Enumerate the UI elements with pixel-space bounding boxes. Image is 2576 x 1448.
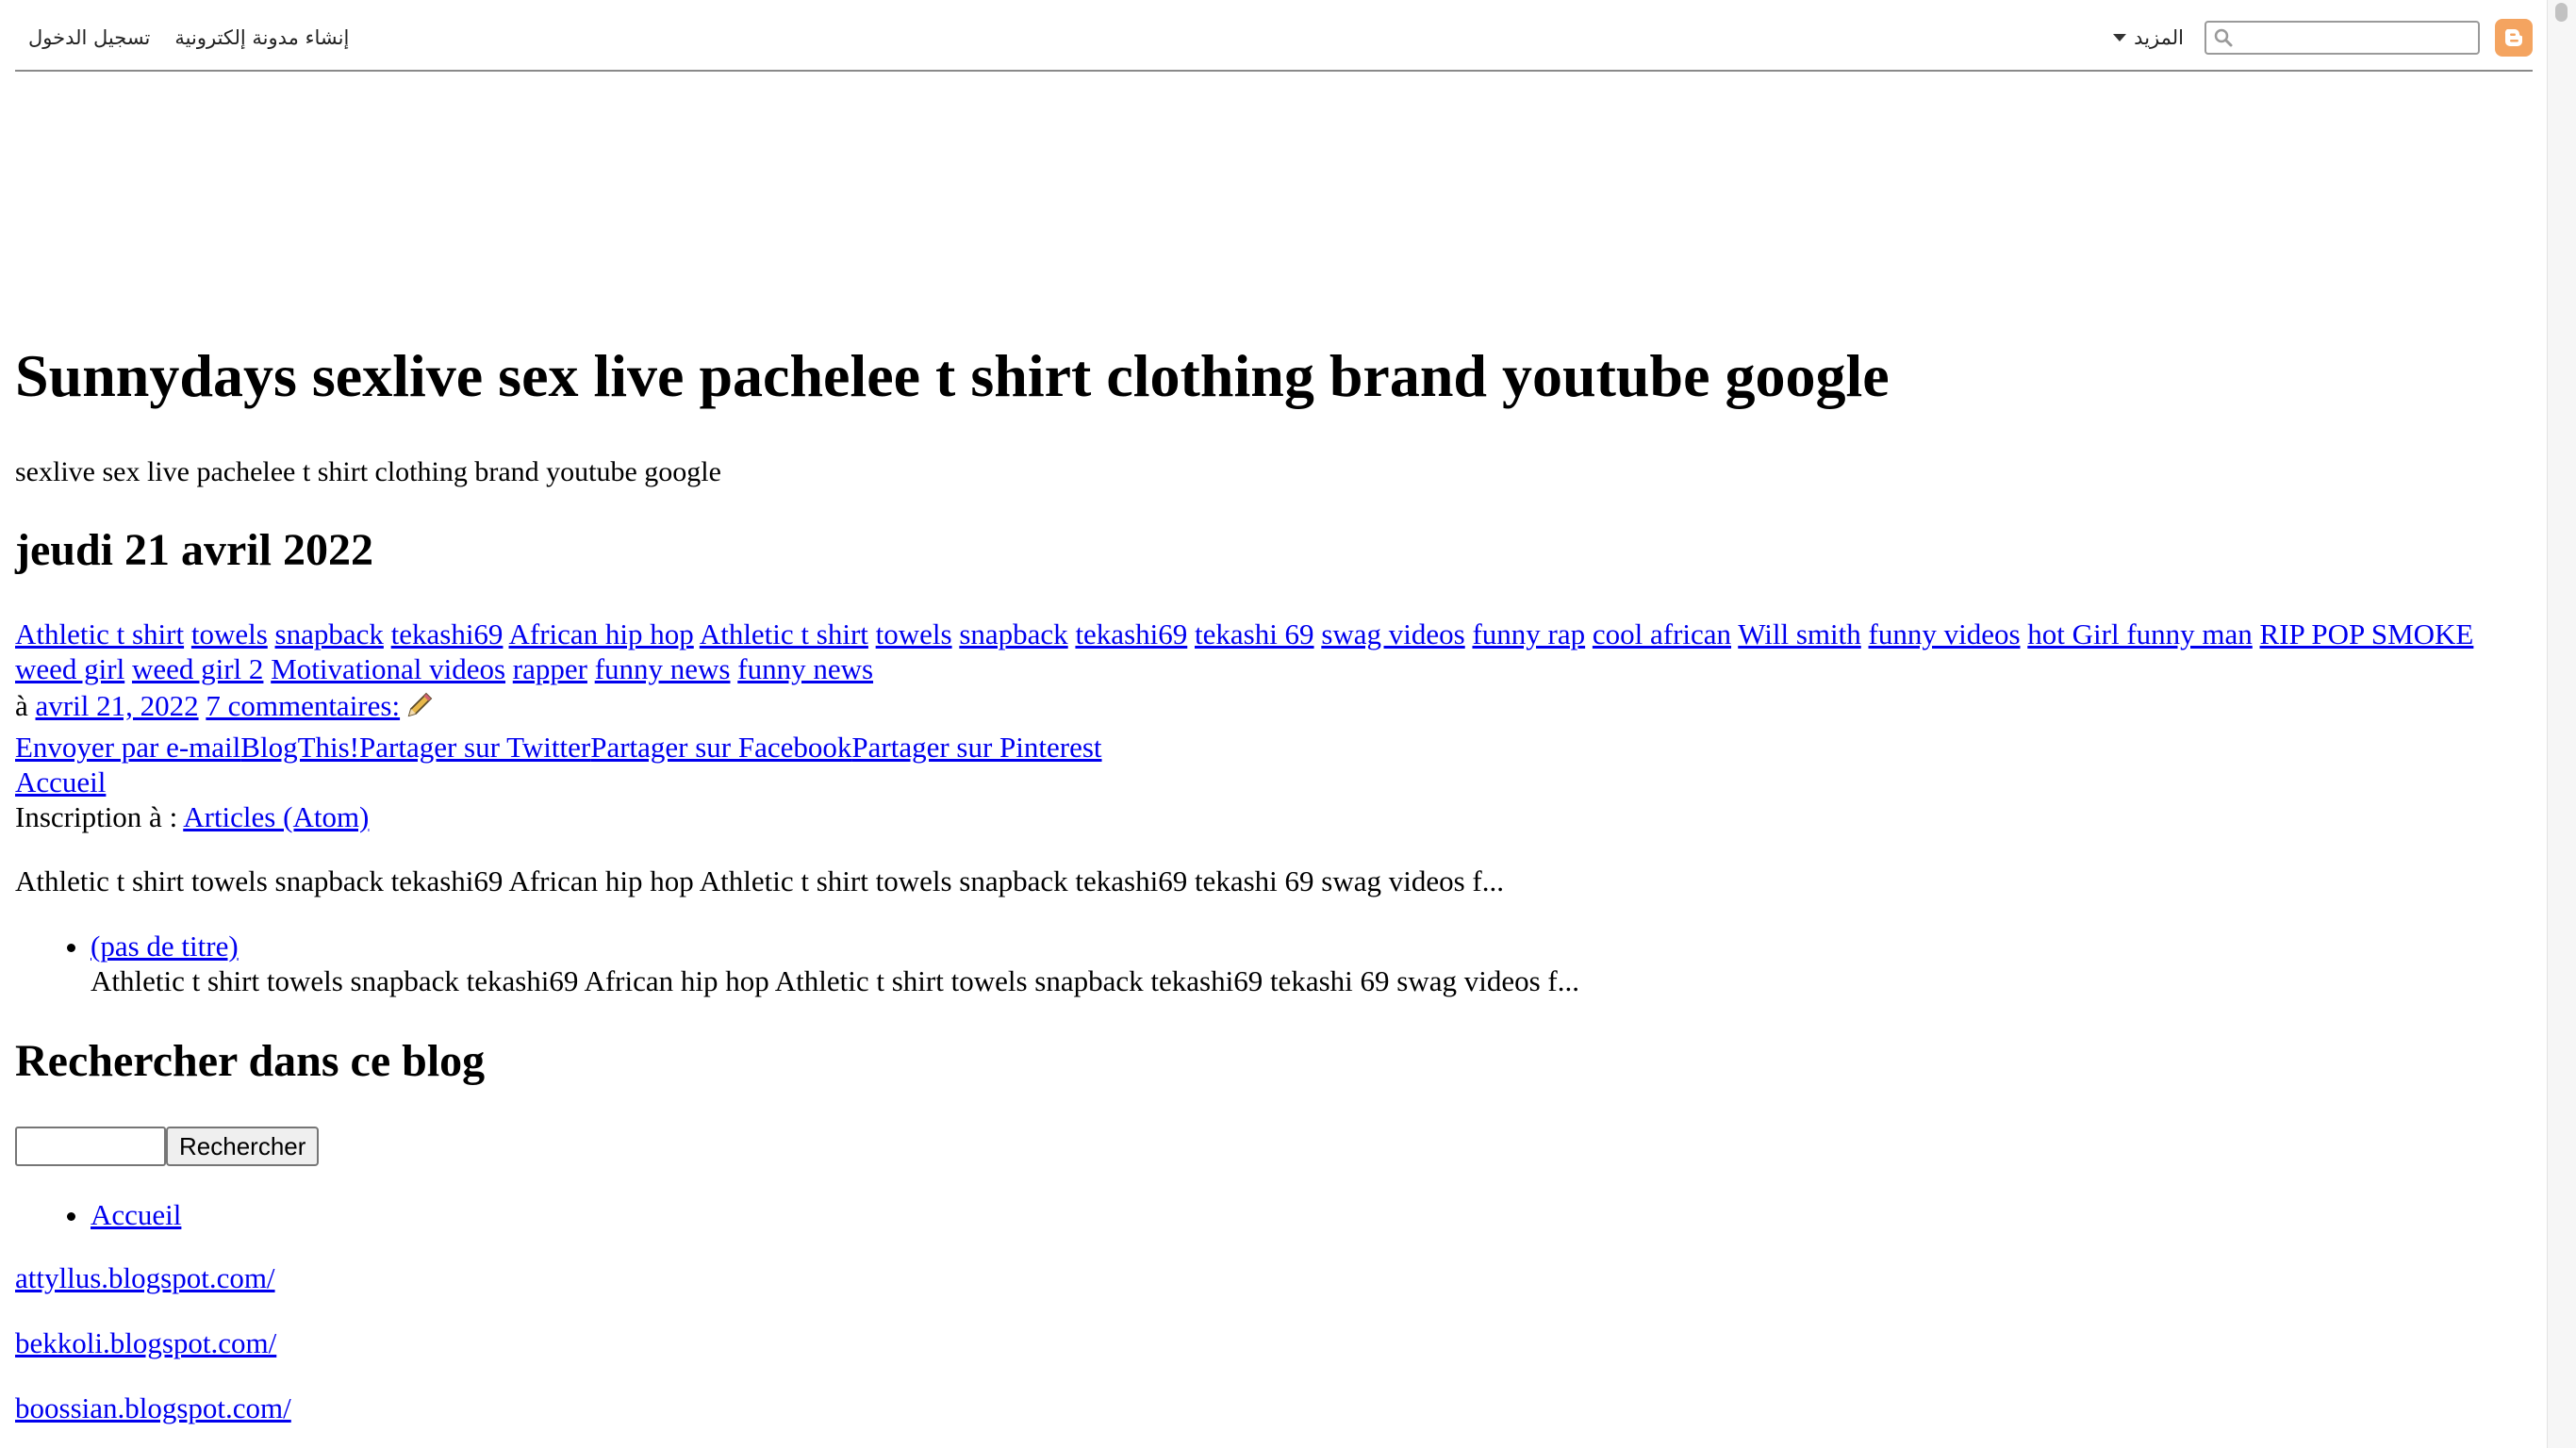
share-twitter-link[interactable]: Partager sur Twitter [359, 731, 590, 764]
navbar-links: تسجيل الدخول إنشاء مدونة إلكترونية [28, 26, 349, 49]
share-buttons: Envoyer par e-mailBlogThis!Partager sur … [15, 730, 1102, 765]
list-item: Accueil [91, 1197, 181, 1232]
sign-in-link[interactable]: تسجيل الدخول [28, 26, 150, 49]
more-menu-label: المزيد [2134, 26, 2184, 49]
scrollbar-thumb[interactable] [2555, 3, 2568, 22]
search-widget-heading: Rechercher dans ce blog [15, 1036, 486, 1086]
post-tag-link[interactable]: funny news [595, 652, 731, 685]
pages-home-link[interactable]: Accueil [91, 1198, 181, 1231]
blogger-logo-icon[interactable] [2495, 19, 2533, 57]
post-tag-link[interactable]: RIP POP SMOKE [2260, 617, 2474, 650]
blog-title: Sunnydays sexlive sex live pachelee t sh… [15, 342, 1890, 409]
post-tag-link[interactable]: tekashi 69 [1195, 617, 1314, 650]
post-tag-link[interactable]: cool african [1593, 617, 1731, 650]
post-tag-link[interactable]: rapper [513, 652, 587, 685]
list-item: attyllus.blogspot.com/ [15, 1261, 275, 1295]
post-timestamp-link[interactable]: avril 21, 2022 [36, 689, 199, 722]
blog-link[interactable]: bekkoli.blogspot.com/ [15, 1326, 276, 1359]
home-link[interactable]: Accueil [15, 765, 106, 798]
blog-link[interactable]: attyllus.blogspot.com/ [15, 1261, 275, 1294]
list-item: boossian.blogspot.com/ [15, 1391, 291, 1425]
post-date-header: jeudi 21 avril 2022 [15, 525, 373, 575]
post-tag-link[interactable]: snapback [275, 617, 384, 650]
share-email-link[interactable]: Envoyer par e-mail [15, 731, 240, 764]
comments-link[interactable]: 7 commentaires: [206, 689, 400, 722]
share-pinterest-link[interactable]: Partager sur Pinterest [851, 731, 1101, 764]
blog-link[interactable]: boossian.blogspot.com/ [15, 1391, 291, 1424]
more-menu[interactable]: المزيد [2113, 26, 2184, 49]
caret-down-icon [2113, 34, 2127, 41]
post-tag-link[interactable]: Motivational videos [271, 652, 505, 685]
subscribe-prefix: Inscription à : [15, 800, 178, 833]
navbar-right: المزيد [2113, 19, 2533, 57]
atom-feed-link[interactable]: Articles (Atom) [183, 800, 369, 833]
post-tag-link[interactable]: funny news [737, 652, 873, 685]
post-tag-link[interactable]: snapback [959, 617, 1067, 650]
search-icon [2214, 28, 2233, 47]
list-item: (pas de titre) Athletic t shirt towels s… [91, 929, 1579, 998]
post-tag-link[interactable]: Athletic t shirt [700, 617, 868, 650]
share-facebook-link[interactable]: Partager sur Facebook [590, 731, 851, 764]
posted-prefix: à [15, 689, 28, 722]
search-button[interactable]: Rechercher [166, 1127, 320, 1166]
post-tag-link[interactable]: towels [876, 617, 952, 650]
pages-list: Accueil [15, 1197, 181, 1232]
popular-post-title-link[interactable]: (pas de titre) [91, 930, 239, 963]
page-scrollbar[interactable] [2547, 0, 2576, 1448]
popular-posts-list: (pas de titre) Athletic t shirt towels s… [15, 929, 1579, 998]
post-tag-link[interactable]: tekashi69 [391, 617, 504, 650]
blog-search-input[interactable] [15, 1127, 166, 1166]
navbar-search-box [2204, 21, 2480, 55]
edit-pencil-icon[interactable] [405, 691, 434, 719]
post-tag-link[interactable]: hot Girl funny man [2027, 617, 2253, 650]
post-tag-link[interactable]: weed girl 2 [132, 652, 263, 685]
post-tag-link[interactable]: weed girl [15, 652, 124, 685]
post-tag-link[interactable]: funny videos [1869, 617, 2021, 650]
search-widget-form: Rechercher [15, 1127, 320, 1166]
post-tag-link[interactable]: towels [191, 617, 268, 650]
post-tag-link[interactable]: African hip hop [508, 617, 693, 650]
featured-post-snippet: Athletic t shirt towels snapback tekashi… [15, 864, 1504, 897]
create-blog-link[interactable]: إنشاء مدونة إلكترونية [174, 26, 349, 49]
post-tag-link[interactable]: Athletic t shirt [15, 617, 184, 650]
post-tag-link[interactable]: swag videos [1321, 617, 1464, 650]
navbar-search-input[interactable] [2238, 25, 2476, 51]
subscribe-row: Inscription à : Articles (Atom) [15, 799, 369, 834]
home-link-row: Accueil [15, 765, 106, 799]
popular-post-snippet: Athletic t shirt towels snapback tekashi… [91, 964, 1579, 997]
post-tag-link[interactable]: funny rap [1472, 617, 1585, 650]
post-body: Athletic t shirt towels snapback tekashi… [15, 617, 2476, 686]
list-item: bekkoli.blogspot.com/ [15, 1326, 276, 1360]
post-tag-link[interactable]: tekashi69 [1075, 617, 1187, 650]
blogthis-link[interactable]: BlogThis! [240, 731, 359, 764]
post-footer: à avril 21, 2022 7 commentaires: [15, 688, 434, 723]
blog-description: sexlive sex live pachelee t shirt clothi… [15, 456, 721, 487]
blogger-navbar: تسجيل الدخول إنشاء مدونة إلكترونية المزي… [15, 0, 2533, 72]
post-tag-link[interactable]: Will smith [1738, 617, 1861, 650]
